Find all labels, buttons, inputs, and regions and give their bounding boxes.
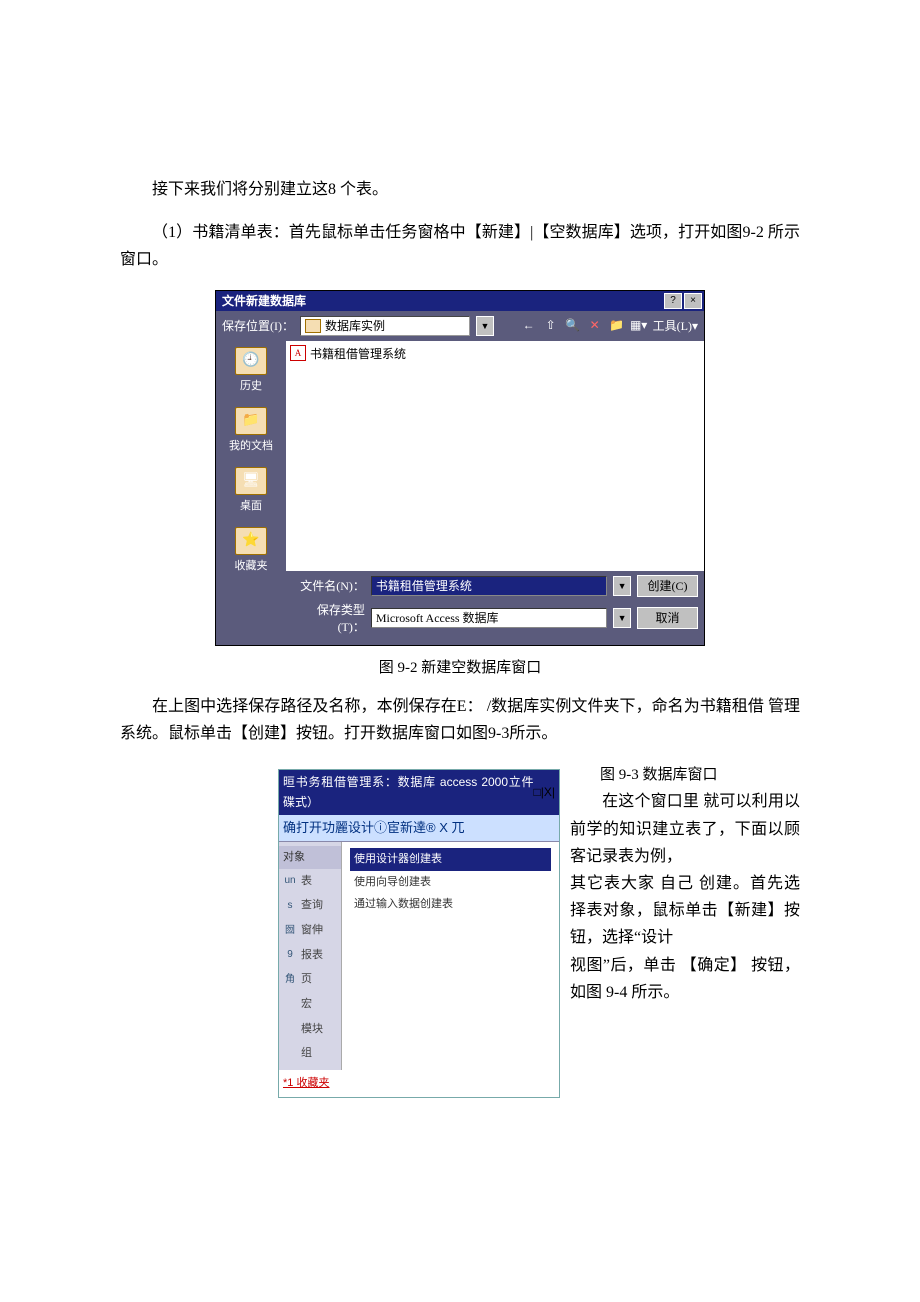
place-mydocs-label: 我的文档: [229, 437, 273, 453]
reports-icon: 9: [283, 949, 297, 960]
save-location-combo[interactable]: 数据库实例: [300, 316, 470, 336]
desktop-icon: 🖥: [235, 467, 267, 495]
object-reports[interactable]: 9 报表: [279, 943, 341, 968]
mydocs-icon: 📁: [235, 407, 267, 435]
object-groups[interactable]: 组: [279, 1041, 341, 1066]
search-icon[interactable]: 🔍: [565, 318, 581, 334]
paragraph-2: （1）书籍清单表：首先鼠标单击任务窗格中【新建】|【空数据库】选项，打开如图9-…: [120, 219, 800, 273]
file-item-name: 书籍租借管理系统: [310, 345, 406, 362]
newfolder-icon[interactable]: 📁: [609, 318, 625, 334]
object-pages[interactable]: 角 页: [279, 967, 341, 992]
history-icon: 🕘: [235, 347, 267, 375]
folder-icon: [305, 319, 321, 333]
dbwin-title-text: 晅书务租借管理系：数据库 access 2000立件碟式）: [283, 772, 534, 813]
dbwin-titlebar[interactable]: 晅书务租借管理系：数据库 access 2000立件碟式） □|X|: [279, 770, 559, 815]
figure-9-2-caption: 图 9-2 新建空数据库窗口: [120, 656, 800, 677]
database-window: 晅书务租借管理系：数据库 access 2000立件碟式） □|X| 确打开功麗…: [278, 769, 560, 1098]
dialog-titlebar[interactable]: 文件新建数据库 ? ×: [216, 291, 704, 311]
para5-left: 其它表大家 自己: [570, 875, 694, 892]
place-favorites[interactable]: ⭐ 收藏夹: [216, 527, 286, 573]
place-desktop[interactable]: 🖥 桌面: [216, 467, 286, 513]
queries-label: 查询: [301, 896, 323, 915]
object-forms[interactable]: 囫 窗伸: [279, 918, 341, 943]
favorites-icon: ⭐: [235, 527, 267, 555]
object-tables[interactable]: un 表: [279, 869, 341, 894]
dbwin-favorites[interactable]: *1 收藏夹: [279, 1070, 559, 1097]
groups-label: 组: [301, 1044, 312, 1063]
para4-left: 在这个窗口里: [602, 793, 699, 810]
para6-left: 视图”后，单击: [570, 957, 676, 974]
delete-icon[interactable]: ✕: [587, 318, 603, 334]
forms-icon: 囫: [283, 925, 297, 936]
dbwin-toolbar[interactable]: 确打开功麗设计ⓘ宦新達® X 兀: [279, 815, 559, 842]
help-button[interactable]: ?: [664, 293, 682, 309]
access-file-icon: A: [290, 345, 306, 361]
place-favorites-label: 收藏夹: [235, 557, 268, 573]
place-desktop-label: 桌面: [240, 497, 262, 513]
filename-label: 文件名(N)：: [296, 577, 365, 594]
queries-icon: s: [283, 900, 297, 911]
modules-icon: [283, 1023, 297, 1034]
pages-icon: 角: [283, 974, 297, 985]
object-macros[interactable]: 宏: [279, 992, 341, 1017]
views-icon[interactable]: ▦▾: [631, 318, 647, 334]
file-item[interactable]: A 书籍租借管理系统: [290, 345, 700, 362]
paragraph-3: 在上图中选择保存路径及名称，本例保存在E： /数据库实例文件夹下，命名为书籍租借…: [120, 693, 800, 747]
file-new-db-dialog: 文件新建数据库 ? × 保存位置(I)： 数据库实例 ▼ ← ⇧ 🔍 ✕ 📁 ▦…: [215, 290, 705, 646]
dialog-toolbar: 保存位置(I)： 数据库实例 ▼ ← ⇧ 🔍 ✕ 📁 ▦▾ 工具(L)▾: [216, 311, 704, 341]
paragraph-1: 接下来我们将分别建立这8 个表。: [120, 176, 800, 203]
location-dropdown-icon[interactable]: ▼: [476, 316, 494, 336]
cancel-button[interactable]: 取消: [637, 607, 698, 629]
tools-menu[interactable]: 工具(L)▾: [653, 317, 698, 334]
create-table-design-view[interactable]: 使用设计器创建表: [350, 848, 551, 871]
place-history-label: 历史: [240, 377, 262, 393]
tables-icon: un: [283, 875, 297, 886]
dbwin-window-controls[interactable]: □|X|: [534, 782, 556, 802]
filename-value: 书籍租借管理系统: [376, 577, 472, 594]
dialog-title: 文件新建数据库: [218, 292, 306, 309]
dbwin-objects-panel: 对象 un 表 s 查询 囫 窗伸: [279, 842, 342, 1070]
macros-label: 宏: [301, 995, 312, 1014]
groups-icon: [283, 1048, 297, 1059]
filename-dropdown-icon[interactable]: ▼: [613, 576, 631, 596]
objects-header: 对象: [279, 846, 341, 869]
reports-label: 报表: [301, 946, 323, 965]
back-icon[interactable]: ←: [521, 318, 537, 334]
save-location-label: 保存位置(I)：: [222, 317, 294, 334]
pages-label: 页: [301, 970, 312, 989]
filetype-dropdown-icon[interactable]: ▼: [613, 608, 631, 628]
save-location-value: 数据库实例: [325, 317, 385, 334]
dbwin-main-area: 使用设计器创建表 使用向导创建表 通过输入数据创建表: [342, 842, 559, 1070]
filetype-label: 保存类型(T)：: [296, 601, 365, 635]
modules-label: 模块: [301, 1020, 323, 1039]
create-button[interactable]: 创建(C): [637, 575, 698, 597]
tables-label: 表: [301, 872, 312, 891]
object-modules[interactable]: 模块: [279, 1017, 341, 1042]
create-table-wizard[interactable]: 使用向导创建表: [350, 871, 551, 894]
create-table-entering-data[interactable]: 通过输入数据创建表: [350, 893, 551, 916]
places-bar: 🕘 历史 📁 我的文档 🖥 桌面 ⭐ 收藏夹: [216, 341, 286, 571]
filename-input[interactable]: 书籍租借管理系统: [371, 576, 607, 596]
place-history[interactable]: 🕘 历史: [216, 347, 286, 393]
macros-icon: [283, 999, 297, 1010]
filetype-combo[interactable]: Microsoft Access 数据库: [371, 608, 607, 628]
object-queries[interactable]: s 查询: [279, 893, 341, 918]
forms-label: 窗伸: [301, 921, 323, 940]
filetype-value: Microsoft Access 数据库: [376, 609, 499, 626]
close-button[interactable]: ×: [684, 293, 702, 309]
file-list-area[interactable]: A 书籍租借管理系统: [286, 341, 704, 571]
up-icon[interactable]: ⇧: [543, 318, 559, 334]
place-mydocs[interactable]: 📁 我的文档: [216, 407, 286, 453]
